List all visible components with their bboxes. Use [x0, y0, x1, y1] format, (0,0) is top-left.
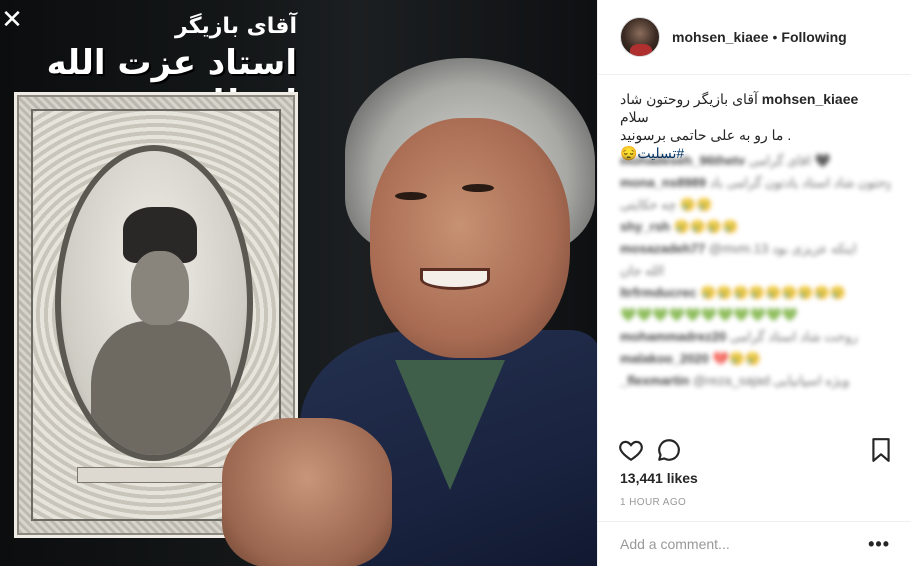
- likes-count[interactable]: 13,441 likes: [620, 470, 698, 486]
- comment-row: چه حکایتی 😢😢: [620, 194, 890, 216]
- comment-emoji: 💔😢😢: [712, 351, 762, 366]
- comment-text: اقای گرامی: [748, 153, 811, 168]
- comment-username[interactable]: mohadeseh_96thetv: [620, 153, 745, 168]
- comment-username[interactable]: shy_rsh: [620, 219, 670, 234]
- comment-username[interactable]: mosazadeh77: [620, 241, 705, 256]
- comment-emoji: 🖤: [814, 153, 831, 168]
- comment-row: الله جان: [620, 260, 890, 282]
- comment-text: روحت شاد استاد گرامی: [729, 329, 858, 344]
- following-button[interactable]: Following: [781, 29, 846, 45]
- comment-text: چه حکایتی: [620, 197, 677, 212]
- bookmark-icon[interactable]: [868, 437, 894, 463]
- portrait-caption-strip: [77, 467, 235, 483]
- comment-row: ltrfrmducrec 😢😢😢😢😢😢😢😢😢: [620, 282, 890, 304]
- heart-icon[interactable]: [618, 437, 644, 463]
- comment-bar: •••: [598, 521, 911, 566]
- comment-row: mohadeseh_96thetv اقای گرامی 🖤: [620, 150, 890, 172]
- comment-username[interactable]: malakoo_2020: [620, 351, 709, 366]
- post-header: mohsen_kiaee • Following: [598, 0, 911, 75]
- caption-username[interactable]: mohsen_kiaee: [762, 91, 859, 107]
- comment-input[interactable]: [620, 536, 869, 552]
- action-bar: [618, 433, 894, 467]
- image-title-small: آقای بازیگر: [175, 14, 297, 39]
- header-separator: •: [772, 29, 778, 45]
- comment-icon[interactable]: [656, 437, 682, 463]
- comment-text: الله جان: [620, 263, 665, 278]
- vintage-portrait: [55, 145, 253, 461]
- comment-row: mosazadeh77 @mvm.13 اینکه عزیزی بود: [620, 238, 890, 260]
- comment-username[interactable]: ltrfrmducrec: [620, 285, 697, 300]
- comment-emoji: 😢😢😢😢: [673, 219, 739, 234]
- comments-list: mohadeseh_96thetv اقای گرامی 🖤 mona_ns898…: [620, 150, 890, 392]
- post-image: ✕ آقای بازیگر استاد عزت الله انتظامی: [0, 0, 597, 566]
- caption-text-line2: . ما رو به علی حاتمی برسونید: [620, 127, 792, 143]
- comment-text: @mvm.13 اینکه عزیزی بود: [708, 241, 857, 256]
- comment-row: malakoo_2020 💔😢😢: [620, 348, 890, 370]
- post-sidebar: mohsen_kiaee • Following mohsen_kiaee آق…: [597, 0, 911, 566]
- caption-text-line1: آقای بازیگر روحتون شاد سلام: [620, 91, 758, 125]
- comment-row: _flexmartin @reza_sajad ویژه اسپانیایی: [620, 370, 890, 392]
- comment-row: shy_rsh 😢😢😢😢: [620, 216, 890, 238]
- post-timestamp: 1 HOUR AGO: [620, 497, 687, 508]
- header-username[interactable]: mohsen_kiaee: [672, 29, 769, 45]
- comment-emoji: 😢😢😢😢😢😢😢😢😢: [700, 285, 846, 300]
- comment-row: mona_ns8989 روحتون شاد استاد یادتون گرام…: [620, 172, 890, 194]
- avatar[interactable]: [620, 17, 660, 57]
- more-options-icon[interactable]: •••: [868, 534, 890, 555]
- comment-text: @reza_sajad ویژه اسپانیایی: [693, 373, 850, 388]
- comment-emoji: 💚💚💚💚💚💚💚💚💚💚💚: [620, 307, 799, 322]
- comment-row: mohammadrez20 روحت شاد استاد گرامی: [620, 326, 890, 348]
- comment-emoji: 😢😢: [679, 197, 713, 212]
- comment-username[interactable]: mona_ns8989: [620, 175, 706, 190]
- comment-text: روحتون شاد استاد یادتون گرامی باد: [709, 175, 890, 190]
- comment-username[interactable]: mohammadrez20: [620, 329, 726, 344]
- comment-username[interactable]: _flexmartin: [620, 373, 689, 388]
- comment-row: 💚💚💚💚💚💚💚💚💚💚💚: [620, 304, 890, 326]
